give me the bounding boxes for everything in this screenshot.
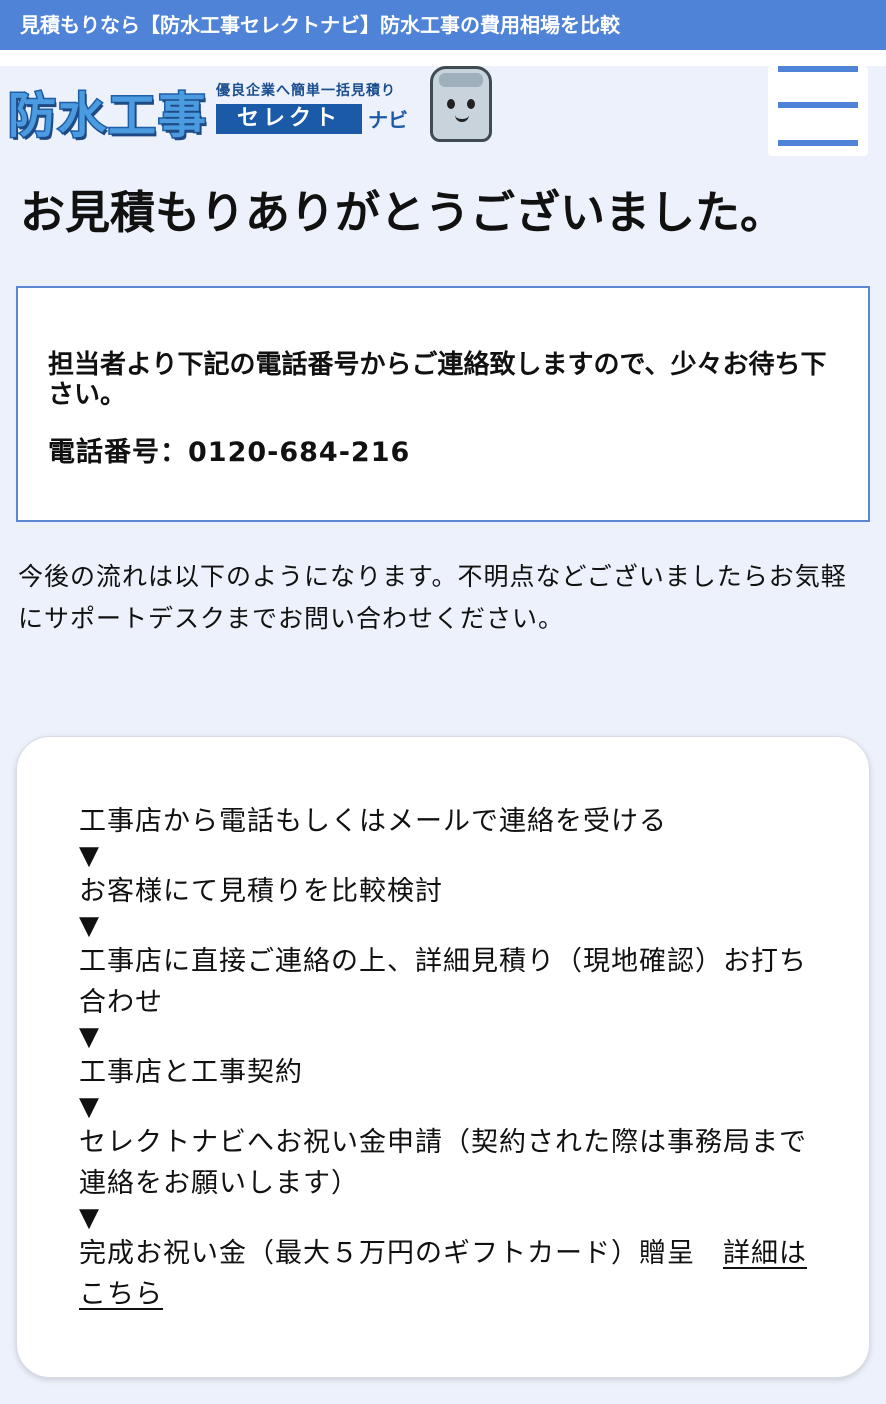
down-arrow-icon: ▼: [79, 1203, 99, 1233]
step-6: 完成お祝い金（最大５万円のギフトカード）贈呈 詳細はこちら: [79, 1233, 819, 1315]
hamburger-menu-icon[interactable]: [768, 66, 868, 156]
step-1: 工事店から電話もしくはメールで連絡を受ける: [79, 806, 667, 837]
mascot-hat: [439, 73, 483, 87]
step-5: セレクトナビへお祝い金申請（契約された際は事務局まで連絡をお願いします）: [79, 1127, 807, 1199]
menu-bar-top: [778, 66, 858, 72]
flow-intro-text: 今後の流れは以下のようになります。不明点などございましたらお気軽にサポートデスク…: [18, 562, 847, 633]
logo-navi: ナビ: [368, 108, 408, 132]
logo-main-text: 防水工事: [6, 87, 209, 146]
step-2: お客様にて見積りを比較検討: [79, 876, 443, 907]
site-title-bar: 見積もりなら【防水工事セレクトナビ】防水工事の費用相場を比較: [0, 0, 886, 50]
page-title: お見積もりありがとうございました。: [20, 186, 786, 239]
logo-tagline: 優良企業へ簡単一括見積り: [216, 83, 396, 99]
process-steps: 工事店から電話もしくはメールで連絡を受ける ▼ お客様にて見積りを比較検討 ▼ …: [79, 801, 819, 1315]
menu-bar-bottom: [778, 140, 858, 146]
site-logo[interactable]: 防水工事 優良企業へ簡単一括見積り セレクト ナビ: [6, 66, 498, 152]
mascot-eye-right: [467, 99, 475, 109]
phone-number[interactable]: 電話番号：0120-684-216: [48, 430, 410, 469]
mascot-mouth: [455, 115, 469, 122]
header: 防水工事 優良企業へ簡単一括見積り セレクト ナビ: [0, 66, 886, 162]
mascot-eye-left: [447, 99, 455, 109]
process-flow-card: 工事店から電話もしくはメールで連絡を受ける ▼ お客様にて見積りを比較検討 ▼ …: [16, 736, 870, 1378]
mascot-icon: [430, 66, 492, 142]
step-6-text: 完成お祝い金（最大５万円のギフトカード）贈呈: [79, 1238, 723, 1269]
step-4: 工事店と工事契約: [79, 1057, 303, 1088]
site-title: 見積もりなら【防水工事セレクトナビ】防水工事の費用相場を比較: [20, 13, 620, 37]
notice-message: 担当者より下記の電話番号からご連絡致しますので、少々お待ち下さい。: [48, 350, 827, 410]
down-arrow-icon: ▼: [79, 911, 99, 941]
header-divider: [0, 50, 886, 66]
down-arrow-icon: ▼: [79, 1022, 99, 1052]
contact-notice-box: 担当者より下記の電話番号からご連絡致しますので、少々お待ち下さい。 電話番号：0…: [16, 286, 870, 522]
logo-brand: セレクト: [216, 104, 362, 134]
step-3: 工事店に直接ご連絡の上、詳細見積り（現地確認）お打ち合わせ: [79, 946, 807, 1018]
down-arrow-icon: ▼: [79, 1092, 99, 1122]
menu-bar-middle: [778, 102, 858, 108]
down-arrow-icon: ▼: [79, 841, 99, 871]
